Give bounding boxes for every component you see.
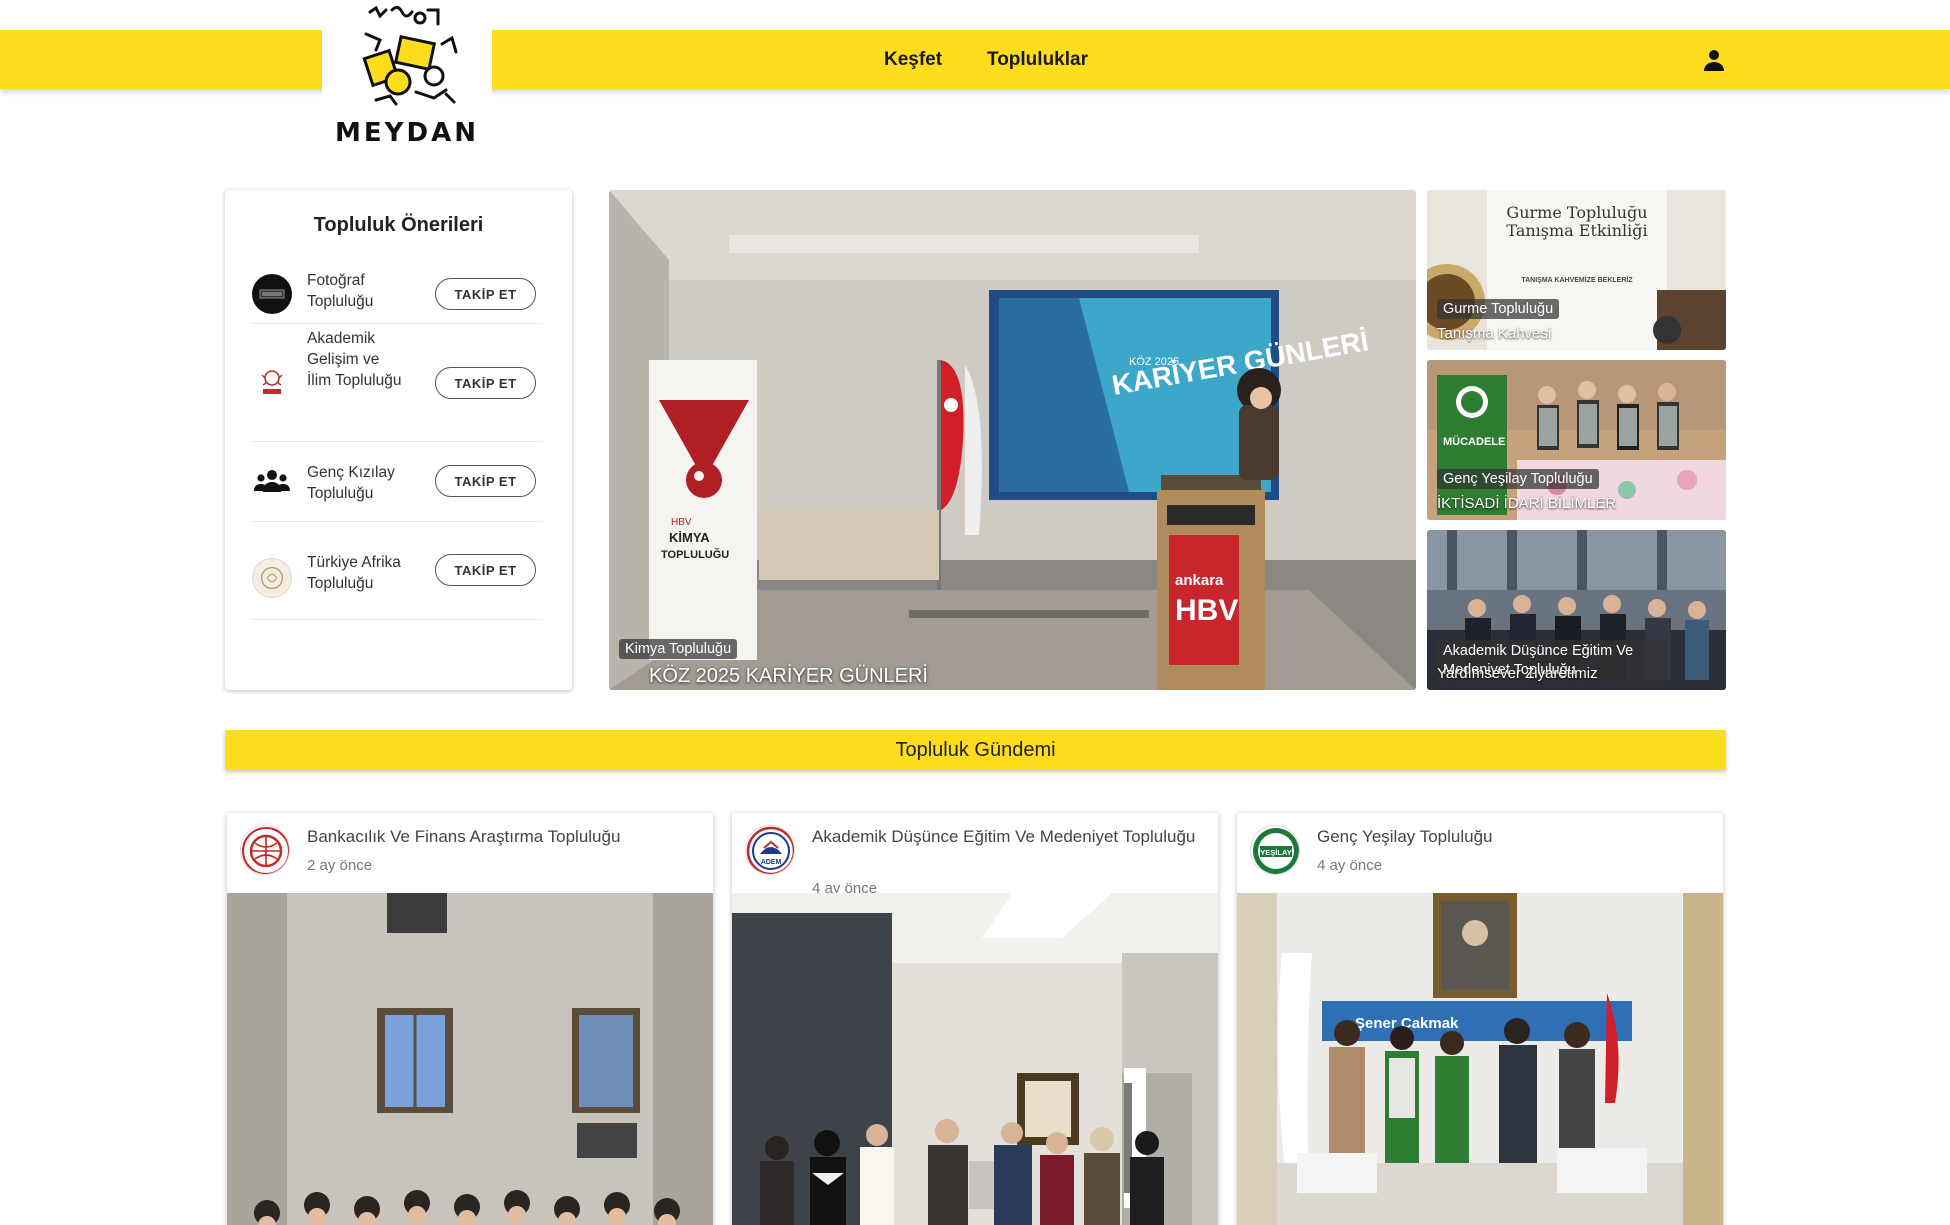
event-photo: KÖZ 2025 KARİYER GÜNLERİ ankara HBV HBV … (609, 190, 1416, 690)
community-avatar[interactable]: YEŞİLAY (1250, 825, 1300, 875)
suggestion-name[interactable]: Fotoğraf Topluluğu (307, 270, 407, 312)
community-agenda-banner: Topluluk Gündemi (225, 730, 1726, 770)
post-time: 2 ay önce (307, 857, 373, 874)
top-navbar (0, 30, 1950, 89)
post-header: Bankacılık Ve Finans Araştırma Topluluğu… (227, 813, 713, 893)
community-tag: Genç Yeşilay Topluluğu (1437, 469, 1599, 489)
community-avatar (252, 362, 292, 402)
community-avatar (252, 274, 292, 314)
suggestion-item: Fotoğraf Topluluğu TAKİP ET (252, 264, 543, 324)
nav-kesfet[interactable]: Keşfet (884, 30, 942, 89)
community-avatar (252, 558, 292, 598)
feed-post[interactable]: Bankacılık Ve Finans Araştırma Topluluğu… (227, 813, 713, 1225)
svg-text:KİMYA: KİMYA (669, 530, 710, 545)
community-suggestions-card: Topluluk Önerileri Fotoğraf Topluluğu TA… (225, 190, 572, 690)
post-image[interactable]: Şener Çakmak (1237, 893, 1723, 1225)
svg-text:Tanışma Etkinliği: Tanışma Etkinliği (1506, 221, 1647, 240)
svg-text:TOPLULUĞU: TOPLULUĞU (661, 548, 729, 561)
svg-text:Gurme Topluluğu: Gurme Topluluğu (1506, 203, 1647, 222)
svg-text:TANIŞMA KAHVEMİZE BEKLERİZ: TANIŞMA KAHVEMİZE BEKLERİZ (1521, 276, 1633, 284)
suggestions-title: Topluluk Önerileri (313, 214, 484, 236)
post-header: YEŞİLAY Genç Yeşilay Topluluğu 4 ay önce (1237, 813, 1723, 893)
logo-illustration-icon (362, 5, 458, 106)
featured-event-tile[interactable]: MÜCADELE Genç Yeşilay Topluluğu İKTİSADİ… (1427, 360, 1726, 520)
svg-text:YEŞİLAY: YEŞİLAY (1260, 848, 1291, 857)
suggestion-name[interactable]: Genç Kızılay Topluluğu (307, 462, 407, 504)
post-community-name[interactable]: Akademik Düşünce Eğitim Ve Medeniyet Top… (812, 825, 1202, 849)
post-time: 4 ay önce (1317, 857, 1383, 874)
meydan-logo[interactable]: MEYDAN (322, 0, 492, 150)
suggestion-name[interactable]: Akademik Gelişim ve İlim Topluluğu (307, 328, 407, 391)
suggestion-item: Türkiye Afrika Topluluğu TAKİP ET (252, 522, 543, 620)
event-title: İKTİSADİ İDARİ BİLİMLER (1437, 495, 1617, 512)
follow-button[interactable]: TAKİP ET (435, 278, 536, 310)
featured-event-tile[interactable]: Akademik Düşünce Eğitim Ve Medeniyet Top… (1427, 530, 1726, 690)
event-title: KÖZ 2025 KARİYER GÜNLERİ (649, 665, 928, 687)
featured-event-tile[interactable]: Gurme Topluluğu Tanışma Etkinliği TANIŞM… (1427, 190, 1726, 350)
follow-button[interactable]: TAKİP ET (435, 465, 536, 497)
event-title: Yardımsever Ziyaretimiz (1437, 665, 1598, 682)
post-image[interactable] (227, 893, 713, 1225)
community-avatar[interactable]: ADEM (745, 825, 795, 875)
logo-text: MEYDAN (335, 118, 479, 148)
feed-post[interactable]: YEŞİLAY Genç Yeşilay Topluluğu 4 ay önce… (1237, 813, 1723, 1225)
svg-text:MÜCADELE: MÜCADELE (1443, 435, 1505, 448)
community-tag: Kimya Topluluğu (619, 639, 738, 659)
suggestion-item: Akademik Gelişim ve İlim Topluluğu TAKİP… (252, 324, 543, 442)
event-title: Tanışma Kahvesi (1437, 325, 1552, 342)
follow-button[interactable]: TAKİP ET (435, 367, 536, 399)
svg-text:ADEM: ADEM (761, 859, 782, 866)
svg-text:HBV: HBV (1175, 594, 1238, 627)
feed-post[interactable]: ADEM Akademik Düşünce Eğitim Ve Medeniye… (732, 813, 1218, 1225)
people-group-icon (252, 462, 292, 502)
nav-topluluklar[interactable]: Topluluklar (987, 30, 1088, 89)
post-image[interactable] (732, 893, 1218, 1225)
user-account-icon[interactable] (1702, 48, 1726, 72)
suggestion-item: Genç Kızılay Topluluğu TAKİP ET (252, 442, 543, 522)
post-community-name[interactable]: Bankacılık Ve Finans Araştırma Topluluğu (307, 825, 697, 849)
svg-text:ankara: ankara (1175, 572, 1224, 589)
post-community-name[interactable]: Genç Yeşilay Topluluğu (1317, 825, 1707, 849)
community-avatar[interactable] (240, 825, 290, 875)
featured-event-main[interactable]: KÖZ 2025 KARİYER GÜNLERİ ankara HBV HBV … (609, 190, 1416, 690)
svg-text:HBV: HBV (671, 517, 692, 528)
community-tag: Gurme Topluluğu (1437, 299, 1560, 319)
follow-button[interactable]: TAKİP ET (435, 554, 536, 586)
post-header: ADEM Akademik Düşünce Eğitim Ve Medeniye… (732, 813, 1218, 897)
suggestion-name[interactable]: Türkiye Afrika Topluluğu (307, 552, 407, 594)
